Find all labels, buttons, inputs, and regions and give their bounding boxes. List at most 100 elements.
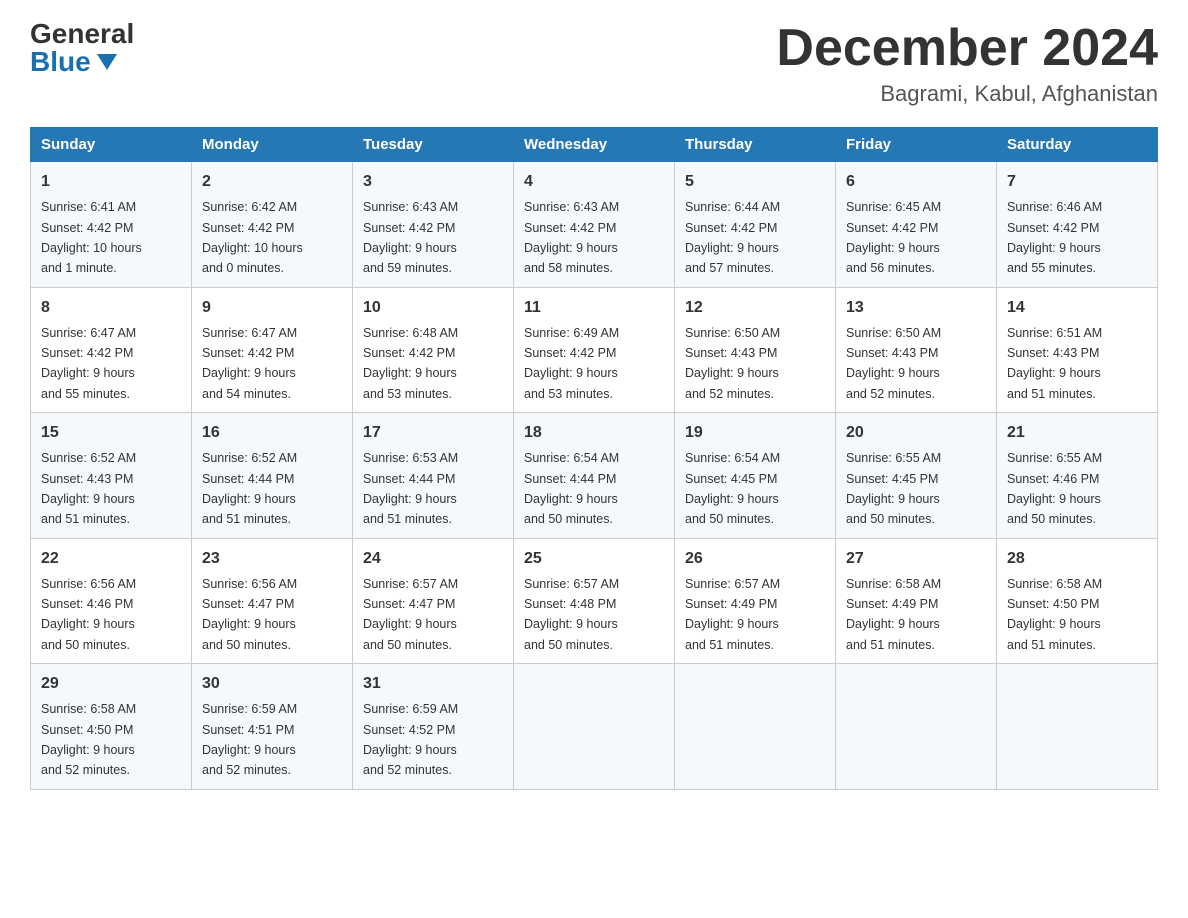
day-number: 18	[524, 421, 664, 445]
calendar-cell: 14 Sunrise: 6:51 AMSunset: 4:43 PMDayligh…	[997, 287, 1158, 413]
day-info: Sunrise: 6:50 AMSunset: 4:43 PMDaylight:…	[846, 326, 941, 401]
day-info: Sunrise: 6:50 AMSunset: 4:43 PMDaylight:…	[685, 326, 780, 401]
day-info: Sunrise: 6:47 AMSunset: 4:42 PMDaylight:…	[202, 326, 297, 401]
calendar-week-2: 8 Sunrise: 6:47 AMSunset: 4:42 PMDaylight…	[31, 287, 1158, 413]
day-number: 22	[41, 547, 181, 571]
calendar-cell: 21 Sunrise: 6:55 AMSunset: 4:46 PMDayligh…	[997, 413, 1158, 539]
col-monday: Monday	[192, 128, 353, 162]
calendar-cell: 10 Sunrise: 6:48 AMSunset: 4:42 PMDayligh…	[353, 287, 514, 413]
col-sunday: Sunday	[31, 128, 192, 162]
calendar-cell: 26 Sunrise: 6:57 AMSunset: 4:49 PMDayligh…	[675, 538, 836, 664]
logo-blue-text: Blue	[30, 48, 117, 76]
calendar-cell: 18 Sunrise: 6:54 AMSunset: 4:44 PMDayligh…	[514, 413, 675, 539]
col-friday: Friday	[836, 128, 997, 162]
day-number: 25	[524, 547, 664, 571]
day-number: 12	[685, 296, 825, 320]
day-info: Sunrise: 6:58 AMSunset: 4:50 PMDaylight:…	[1007, 577, 1102, 652]
calendar-cell: 6 Sunrise: 6:45 AMSunset: 4:42 PMDaylight…	[836, 162, 997, 288]
logo-triangle-icon	[97, 54, 117, 70]
title-area: December 2024 Bagrami, Kabul, Afghanista…	[776, 20, 1158, 107]
day-number: 21	[1007, 421, 1147, 445]
day-number: 6	[846, 170, 986, 194]
col-thursday: Thursday	[675, 128, 836, 162]
day-info: Sunrise: 6:56 AMSunset: 4:47 PMDaylight:…	[202, 577, 297, 652]
day-info: Sunrise: 6:53 AMSunset: 4:44 PMDaylight:…	[363, 451, 458, 526]
calendar-cell: 22Sunrise: 6:56 AMSunset: 4:46 PMDayligh…	[31, 538, 192, 664]
location-subtitle: Bagrami, Kabul, Afghanistan	[776, 81, 1158, 107]
calendar-cell: 28 Sunrise: 6:58 AMSunset: 4:50 PMDayligh…	[997, 538, 1158, 664]
day-info: Sunrise: 6:57 AMSunset: 4:47 PMDaylight:…	[363, 577, 458, 652]
calendar-cell: 19 Sunrise: 6:54 AMSunset: 4:45 PMDayligh…	[675, 413, 836, 539]
day-info: Sunrise: 6:43 AMSunset: 4:42 PMDaylight:…	[363, 200, 458, 275]
calendar-cell	[836, 664, 997, 790]
day-number: 28	[1007, 547, 1147, 571]
calendar-cell: 1 Sunrise: 6:41 AMSunset: 4:42 PMDaylight…	[31, 162, 192, 288]
calendar-cell: 8Sunrise: 6:47 AMSunset: 4:42 PMDaylight…	[31, 287, 192, 413]
day-number: 1	[41, 170, 181, 194]
day-info: Sunrise: 6:55 AMSunset: 4:45 PMDaylight:…	[846, 451, 941, 526]
calendar-cell: 11 Sunrise: 6:49 AMSunset: 4:42 PMDayligh…	[514, 287, 675, 413]
day-number: 17	[363, 421, 503, 445]
calendar-cell: 17 Sunrise: 6:53 AMSunset: 4:44 PMDayligh…	[353, 413, 514, 539]
day-number: 4	[524, 170, 664, 194]
logo: General Blue	[30, 20, 134, 76]
day-info: Sunrise: 6:48 AMSunset: 4:42 PMDaylight:…	[363, 326, 458, 401]
day-info: Sunrise: 6:55 AMSunset: 4:46 PMDaylight:…	[1007, 451, 1102, 526]
day-info: Sunrise: 6:57 AMSunset: 4:48 PMDaylight:…	[524, 577, 619, 652]
calendar-cell: 2 Sunrise: 6:42 AMSunset: 4:42 PMDaylight…	[192, 162, 353, 288]
calendar-cell: 15Sunrise: 6:52 AMSunset: 4:43 PMDayligh…	[31, 413, 192, 539]
calendar-cell	[997, 664, 1158, 790]
day-number: 5	[685, 170, 825, 194]
calendar-cell: 20 Sunrise: 6:55 AMSunset: 4:45 PMDayligh…	[836, 413, 997, 539]
day-number: 16	[202, 421, 342, 445]
calendar-cell: 3 Sunrise: 6:43 AMSunset: 4:42 PMDaylight…	[353, 162, 514, 288]
day-number: 31	[363, 672, 503, 696]
day-number: 27	[846, 547, 986, 571]
day-info: Sunrise: 6:52 AMSunset: 4:43 PMDaylight:…	[41, 451, 136, 526]
day-number: 24	[363, 547, 503, 571]
day-info: Sunrise: 6:45 AMSunset: 4:42 PMDaylight:…	[846, 200, 941, 275]
day-number: 3	[363, 170, 503, 194]
day-number: 20	[846, 421, 986, 445]
col-tuesday: Tuesday	[353, 128, 514, 162]
day-number: 11	[524, 296, 664, 320]
calendar-cell: 13 Sunrise: 6:50 AMSunset: 4:43 PMDayligh…	[836, 287, 997, 413]
day-info: Sunrise: 6:54 AMSunset: 4:45 PMDaylight:…	[685, 451, 780, 526]
calendar-cell	[514, 664, 675, 790]
day-info: Sunrise: 6:51 AMSunset: 4:43 PMDaylight:…	[1007, 326, 1102, 401]
day-number: 30	[202, 672, 342, 696]
calendar-week-3: 15Sunrise: 6:52 AMSunset: 4:43 PMDayligh…	[31, 413, 1158, 539]
col-saturday: Saturday	[997, 128, 1158, 162]
calendar-table: Sunday Monday Tuesday Wednesday Thursday…	[30, 127, 1158, 790]
day-info: Sunrise: 6:43 AMSunset: 4:42 PMDaylight:…	[524, 200, 619, 275]
day-info: Sunrise: 6:41 AMSunset: 4:42 PMDaylight:…	[41, 200, 142, 275]
calendar-week-4: 22Sunrise: 6:56 AMSunset: 4:46 PMDayligh…	[31, 538, 1158, 664]
calendar-week-5: 29Sunrise: 6:58 AMSunset: 4:50 PMDayligh…	[31, 664, 1158, 790]
day-number: 26	[685, 547, 825, 571]
day-info: Sunrise: 6:57 AMSunset: 4:49 PMDaylight:…	[685, 577, 780, 652]
day-info: Sunrise: 6:52 AMSunset: 4:44 PMDaylight:…	[202, 451, 297, 526]
day-number: 7	[1007, 170, 1147, 194]
calendar-cell: 4 Sunrise: 6:43 AMSunset: 4:42 PMDaylight…	[514, 162, 675, 288]
day-info: Sunrise: 6:49 AMSunset: 4:42 PMDaylight:…	[524, 326, 619, 401]
day-info: Sunrise: 6:58 AMSunset: 4:49 PMDaylight:…	[846, 577, 941, 652]
day-number: 9	[202, 296, 342, 320]
logo-general-text: General	[30, 20, 134, 48]
day-info: Sunrise: 6:58 AMSunset: 4:50 PMDaylight:…	[41, 702, 136, 777]
page-header: General Blue December 2024 Bagrami, Kabu…	[30, 20, 1158, 107]
day-number: 2	[202, 170, 342, 194]
calendar-cell: 16 Sunrise: 6:52 AMSunset: 4:44 PMDayligh…	[192, 413, 353, 539]
month-title: December 2024	[776, 20, 1158, 77]
day-number: 10	[363, 296, 503, 320]
calendar-cell: 31Sunrise: 6:59 AMSunset: 4:52 PMDayligh…	[353, 664, 514, 790]
calendar-cell: 7Sunrise: 6:46 AMSunset: 4:42 PMDaylight…	[997, 162, 1158, 288]
calendar-cell: 24 Sunrise: 6:57 AMSunset: 4:47 PMDayligh…	[353, 538, 514, 664]
day-info: Sunrise: 6:54 AMSunset: 4:44 PMDaylight:…	[524, 451, 619, 526]
calendar-cell	[675, 664, 836, 790]
day-info: Sunrise: 6:42 AMSunset: 4:42 PMDaylight:…	[202, 200, 303, 275]
day-number: 14	[1007, 296, 1147, 320]
day-number: 8	[41, 296, 181, 320]
day-number: 13	[846, 296, 986, 320]
calendar-cell: 9 Sunrise: 6:47 AMSunset: 4:42 PMDaylight…	[192, 287, 353, 413]
day-number: 19	[685, 421, 825, 445]
